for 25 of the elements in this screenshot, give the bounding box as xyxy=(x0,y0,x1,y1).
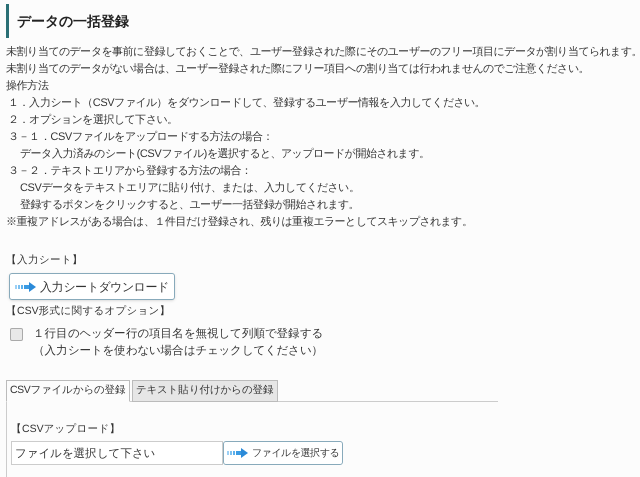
arrow-icon xyxy=(227,448,249,458)
checkbox-label: １行目のヘッダー行の項目名を無視して列順で登録する xyxy=(33,326,324,342)
description-line: ３－２．テキストエリアから登録する方法の場合： xyxy=(7,164,253,179)
description-line: 登録するボタンをクリックすると、ユーザー一括登録が開始されます。 xyxy=(19,198,360,213)
tab[interactable]: CSVファイルからの登録 xyxy=(6,380,130,402)
description-line: 操作方法 xyxy=(6,78,50,94)
page-title: データの一括登録 xyxy=(17,12,129,30)
description-line: CSVデータをテキストエリアに貼り付け、または、入力してください。 xyxy=(19,181,360,196)
description-line: ※重複アドレスがある場合は、１件目だけ登録され、残りは重複エラーとしてスキップされます。 xyxy=(6,214,474,230)
file-name-field[interactable]: ファイルを選択して下さい xyxy=(11,441,223,465)
tab[interactable]: テキスト貼り付けからの登録 xyxy=(132,380,278,402)
checkbox-note: （入力シートを使わない場合はチェックしてください） xyxy=(33,344,324,359)
description-line: ２．オプションを選択して下さい。 xyxy=(7,112,179,128)
description-line: １．入力シート（CSVファイル）をダウンロードして、登録するユーザー情報を入力してください。 xyxy=(7,96,486,111)
arrow-icon xyxy=(15,282,37,292)
download-button[interactable]: 入力シートダウンロード xyxy=(9,273,175,300)
checkbox[interactable] xyxy=(10,328,23,341)
description-line: ３－１．CSVファイルをアップロードする方法の場合： xyxy=(7,130,274,145)
description-line: 未割り当てのデータがない場合は、ユーザー登録された際にフリー項目への割り当ては行われませんのでご注意ください。 xyxy=(6,62,590,77)
description-line: データ入力済みのシート(CSVファイル)を選択すると、アップロードが開始されます。 xyxy=(19,146,431,162)
section-label: 【CSVアップロード】 xyxy=(11,422,122,436)
description-line: 未割り当てのデータを事前に登録しておくことで、ユーザー登録された際にそのユーザーのフリー項目にデータが割り当てられます。 xyxy=(6,44,634,60)
choose-file-button[interactable]: ファイルを選択する xyxy=(223,441,344,465)
section-label: 【CSV形式に関するオプション】 xyxy=(6,304,172,318)
section-label: 【入力シート】 xyxy=(6,253,84,267)
